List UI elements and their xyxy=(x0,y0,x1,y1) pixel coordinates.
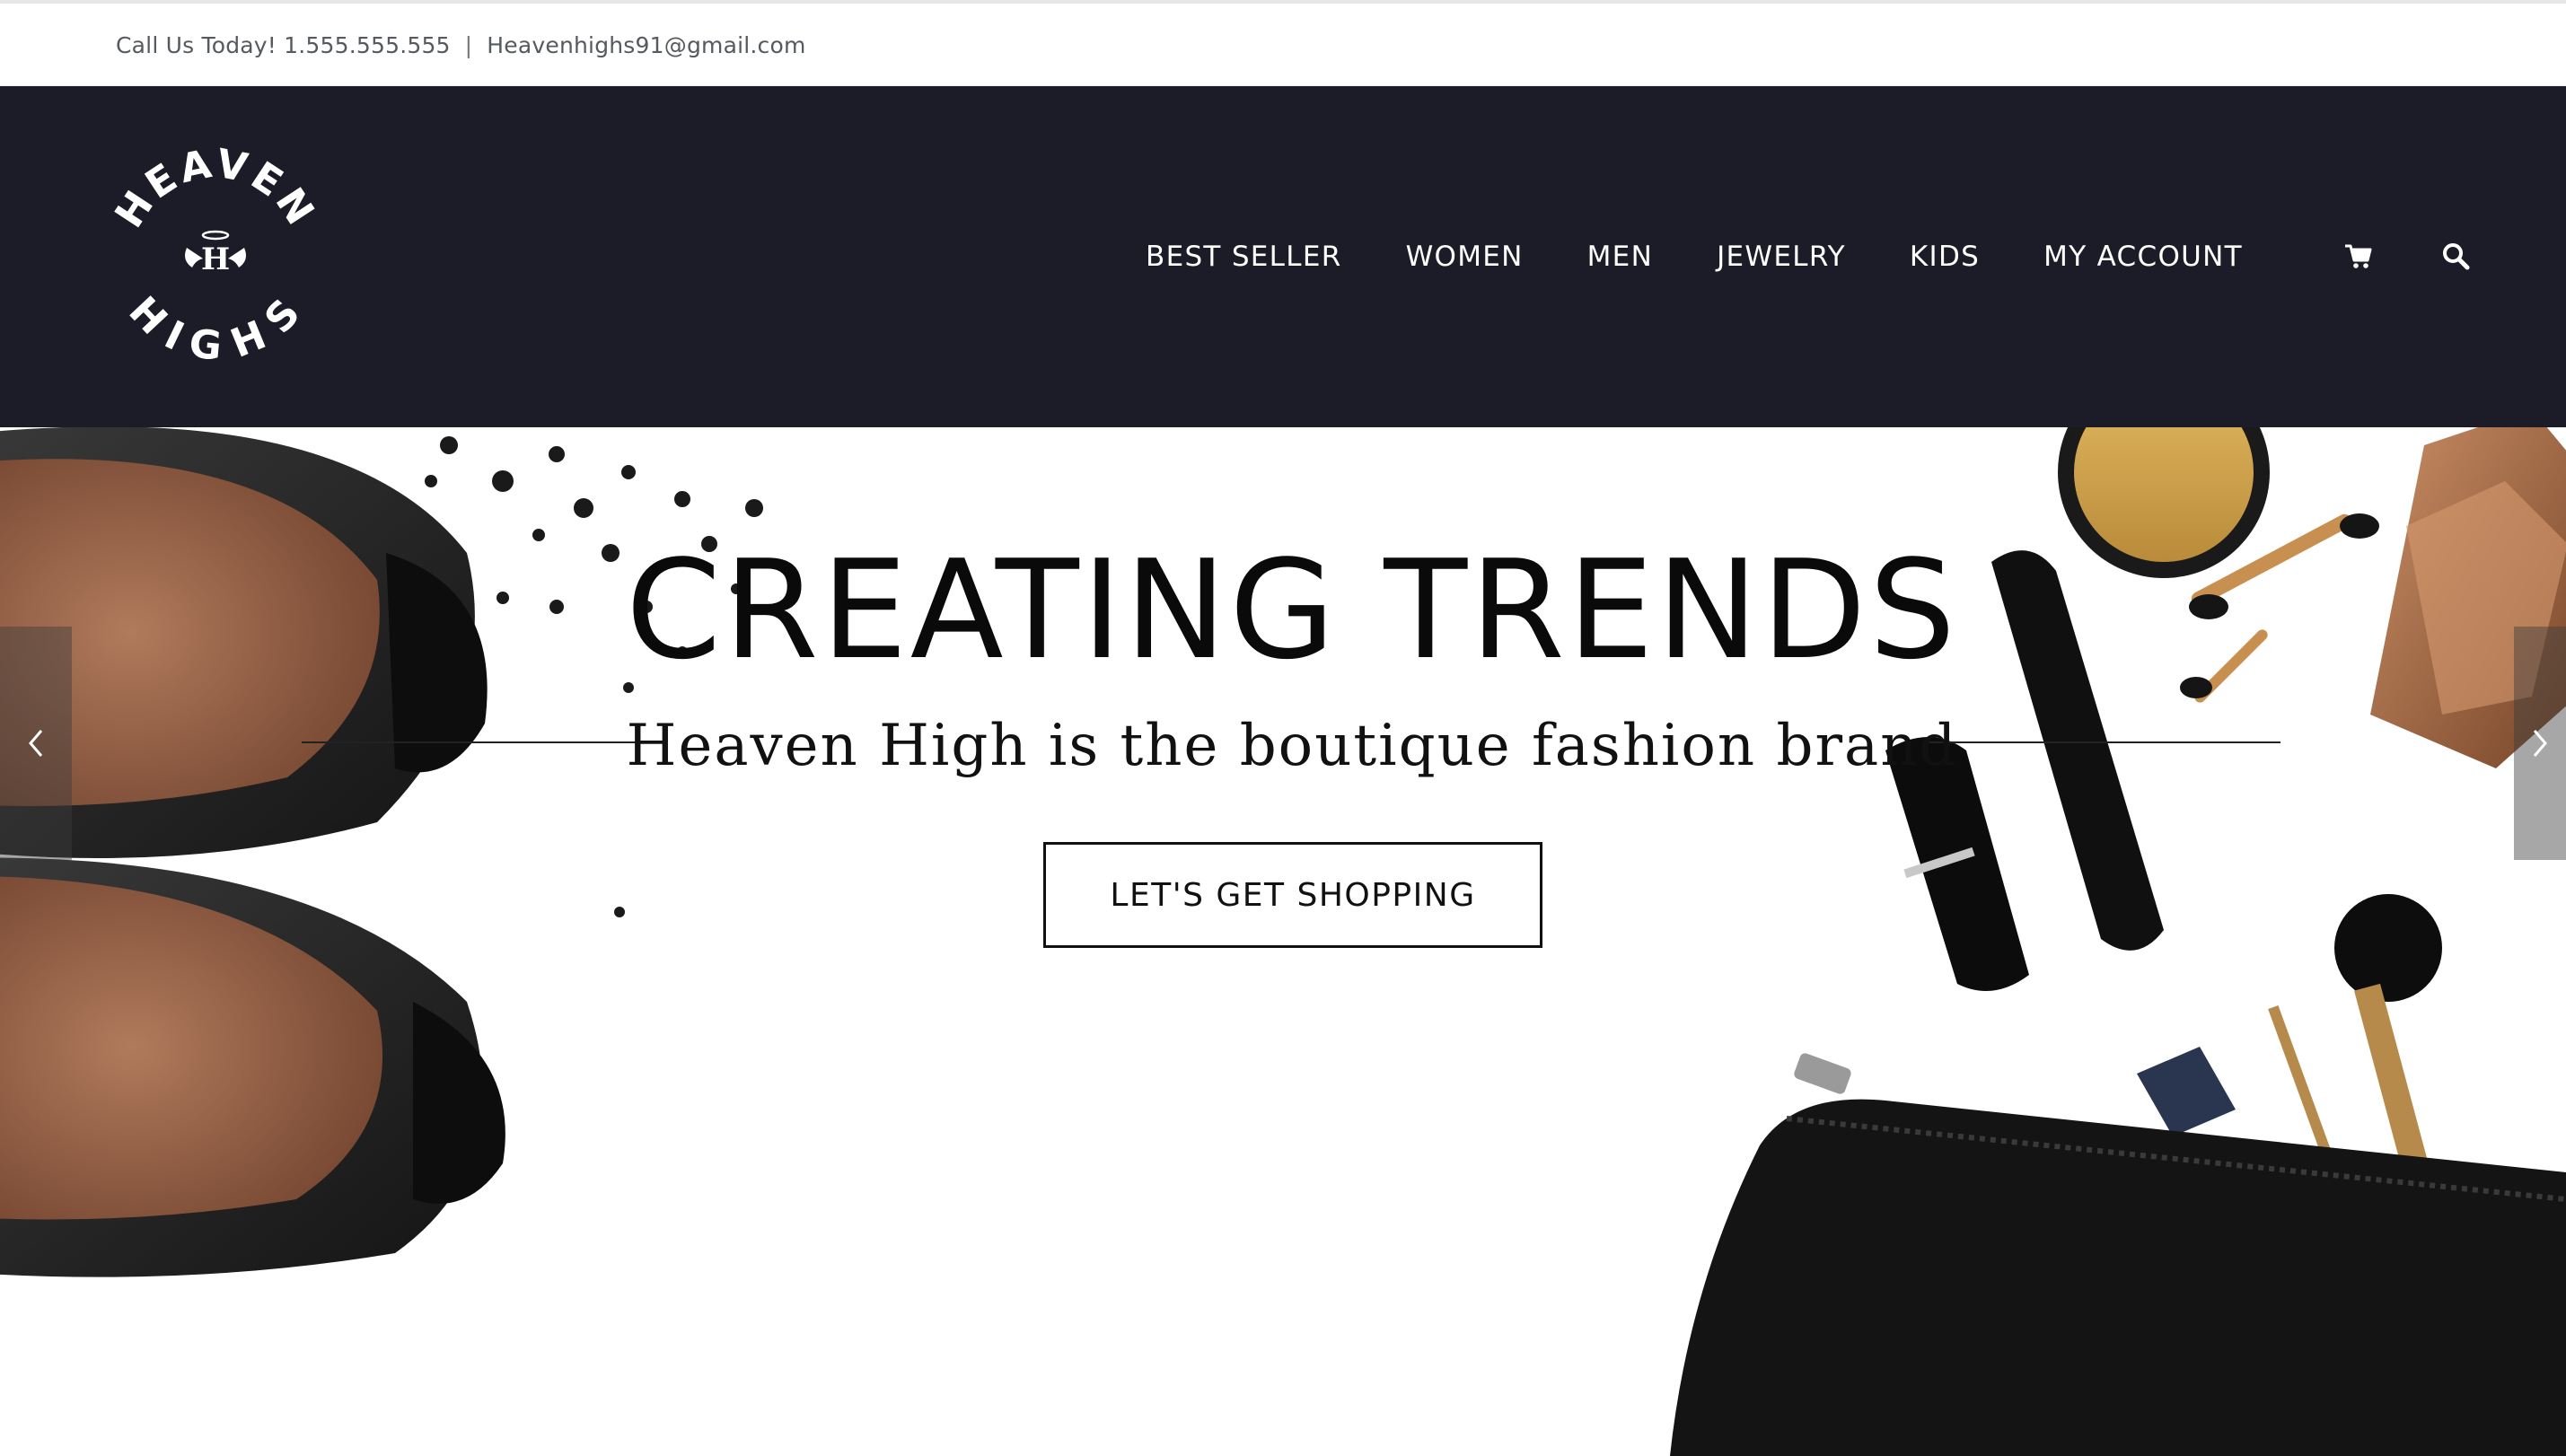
hero-subtitle: Heaven High is the boutique fashion bran… xyxy=(626,713,1958,779)
email-link[interactable]: Heavenhighs91@gmail.com xyxy=(487,32,805,58)
hero-slider: CREATING TRENDS Heaven High is the bouti… xyxy=(0,427,2566,1456)
shop-now-button[interactable]: LET'S GET SHOPPING xyxy=(1043,842,1542,948)
chevron-right-icon xyxy=(2533,730,2547,757)
nav-item-jewelry[interactable]: JEWELRY xyxy=(1717,241,1846,273)
nav-item-women[interactable]: WOMEN xyxy=(1406,241,1524,273)
slider-prev-button[interactable] xyxy=(0,627,72,860)
svg-text:HIGHS: HIGHS xyxy=(119,288,312,366)
top-contact-bar: Call Us Today! 1.555.555.555 | Heavenhighs… xyxy=(0,0,2566,86)
main-nav: BEST SELLER WOMEN MEN JEWELRY KIDS MY AC… xyxy=(1146,239,2307,275)
slider-next-button[interactable] xyxy=(2514,627,2566,860)
nav-item-men[interactable]: MEN xyxy=(1587,241,1653,273)
contact-info: Call Us Today! 1.555.555.555 | Heavenhighs… xyxy=(116,32,806,58)
hero-title: CREATING TRENDS xyxy=(625,531,1959,689)
nav-item-best-seller[interactable]: BEST SELLER xyxy=(1146,241,1342,273)
site-header: HEAVEN HIGHS H BEST SELLER WOMEN MEN JEW… xyxy=(0,86,2566,427)
svg-text:HEAVEN: HEAVEN xyxy=(106,141,324,236)
search-icon[interactable] xyxy=(2440,241,2471,271)
phone-text: Call Us Today! 1.555.555.555 xyxy=(116,32,451,58)
svg-text:H: H xyxy=(201,241,230,277)
heaven-highs-logo[interactable]: HEAVEN HIGHS H xyxy=(101,136,330,366)
contact-separator: | xyxy=(464,32,473,58)
nav-item-kids[interactable]: KIDS xyxy=(1910,241,1980,273)
cart-icon[interactable] xyxy=(2343,241,2374,271)
chevron-left-icon xyxy=(29,730,43,757)
nav-item-my-account[interactable]: MY ACCOUNT xyxy=(2043,241,2243,273)
